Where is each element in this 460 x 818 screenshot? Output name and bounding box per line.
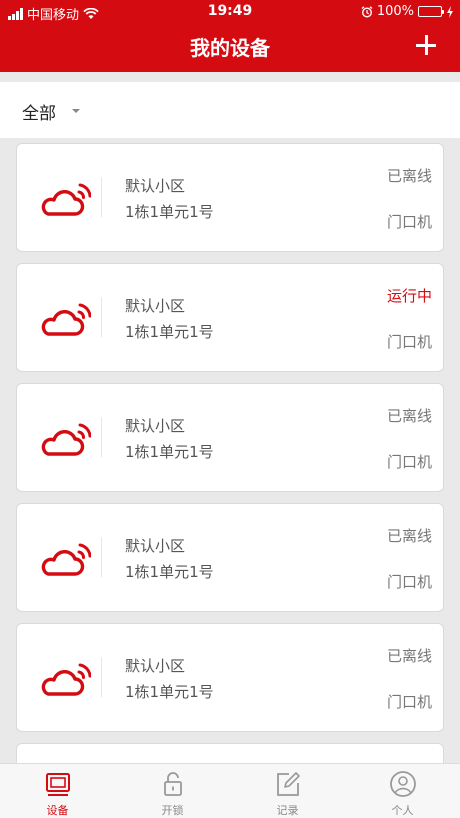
community-name: 默认小区 (125, 537, 186, 555)
cloud-wifi-icon (41, 543, 91, 576)
unit-address: 1栋1单元1号 (125, 683, 214, 701)
community-name: 默认小区 (125, 417, 186, 435)
device-card[interactable]: 默认小区 1栋1单元1号 已离线 门口机 (16, 143, 444, 252)
device-card[interactable]: 默认小区 1栋1单元1号 已离线 门口机 (16, 503, 444, 612)
user-icon (390, 771, 416, 797)
card-divider (101, 657, 102, 697)
card-divider (101, 297, 102, 337)
filter-selected-label: 全部 (22, 104, 56, 124)
unit-address: 1栋1单元1号 (125, 563, 214, 581)
device-type: 门口机 (386, 213, 432, 231)
device-icon (46, 773, 70, 796)
tab-label: 个人 (391, 804, 414, 817)
unit-address: 1栋1单元1号 (125, 203, 214, 221)
status-badge: 已离线 (386, 167, 432, 185)
device-card[interactable]: 默认小区 1栋1单元1号 已离线 门口机 (16, 623, 444, 732)
lock-icon (164, 772, 182, 796)
status-right: 100% (361, 4, 454, 19)
cloud-wifi-icon (41, 663, 91, 696)
status-badge: 已离线 (386, 647, 432, 665)
filter-dropdown[interactable]: 全部 (0, 82, 460, 138)
tab-label: 开锁 (161, 804, 184, 817)
community-name: 默认小区 (125, 297, 186, 315)
unit-address: 1栋1单元1号 (125, 443, 214, 461)
tab-label: 记录 (276, 804, 299, 817)
community-name: 默认小区 (125, 657, 186, 675)
cloud-wifi-icon (41, 183, 91, 216)
status-badge: 运行中 (386, 287, 432, 305)
tab-bar: 设备 开锁 记录 个人 (0, 763, 460, 818)
community-name: 默认小区 (125, 177, 186, 195)
device-type: 门口机 (386, 333, 432, 351)
battery-percent: 100% (376, 4, 414, 19)
device-type: 门口机 (386, 573, 432, 591)
tab-devices[interactable]: 设备 (0, 764, 115, 818)
page-title: 我的设备 (190, 36, 270, 60)
battery-icon (418, 6, 444, 17)
cloud-wifi-icon (41, 303, 91, 336)
tab-records[interactable]: 记录 (230, 764, 345, 818)
charging-icon (447, 5, 453, 18)
card-divider (101, 537, 102, 577)
cloud-wifi-icon (41, 423, 91, 456)
card-divider (101, 417, 102, 457)
status-badge: 已离线 (386, 407, 432, 425)
unit-address: 1栋1单元1号 (125, 323, 214, 341)
device-card[interactable]: 默认小区 1栋1单元1号 已离线 门口机 (16, 383, 444, 492)
edit-icon (277, 772, 300, 796)
device-type: 门口机 (386, 453, 432, 471)
status-badge: 已离线 (386, 527, 432, 545)
top-bar: 中国移动 19:49 100% 我的设备 (0, 0, 460, 72)
tab-unlock[interactable]: 开锁 (115, 764, 230, 818)
caret-down-icon (72, 109, 80, 113)
status-bar: 中国移动 19:49 100% (0, 0, 460, 24)
card-divider (101, 177, 102, 217)
tab-profile[interactable]: 个人 (345, 764, 460, 818)
device-card[interactable]: 默认小区 1栋1单元1号 运行中 门口机 (16, 263, 444, 372)
alarm-clock-icon (361, 5, 373, 18)
tab-label: 设备 (46, 804, 69, 817)
device-type: 门口机 (386, 693, 432, 711)
add-device-button[interactable] (414, 33, 438, 57)
